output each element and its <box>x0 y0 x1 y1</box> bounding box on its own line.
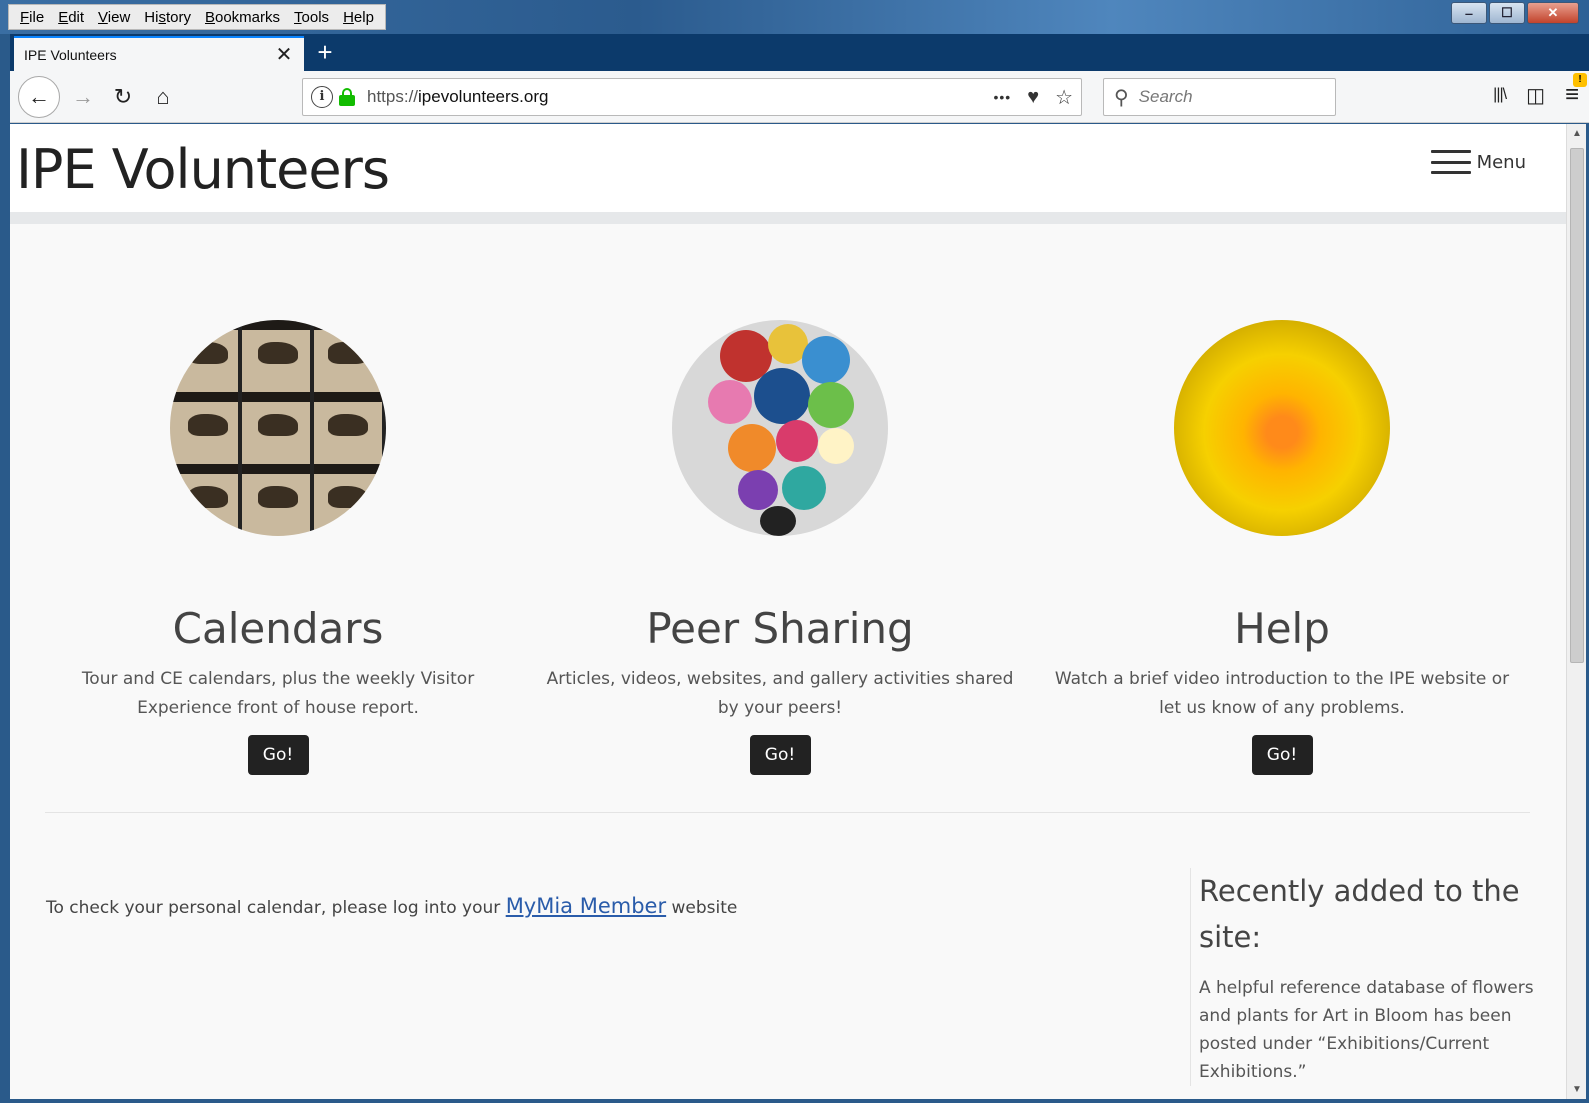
hamburger-menu-icon <box>1430 150 1471 174</box>
recently-added-title: Recently added to the site: <box>1199 874 1520 954</box>
menu-history[interactable]: History <box>137 9 198 26</box>
go-button-help[interactable]: Go! <box>1251 735 1313 775</box>
site-menu-toggle[interactable]: Menu <box>1430 150 1526 174</box>
card-help: Help Watch a brief video introduction to… <box>1032 320 1532 775</box>
search-icon: ⚲ <box>1114 86 1129 109</box>
menu-file[interactable]: File <box>13 9 51 26</box>
scroll-thumb[interactable] <box>1570 148 1584 663</box>
minimize-button[interactable]: ‒ <box>1451 2 1487 24</box>
url-page-actions: ••• ♥ ☆ <box>993 85 1073 110</box>
app-menu-button[interactable]: ≡ ! <box>1565 73 1587 109</box>
button-sculpture-image[interactable] <box>672 320 888 536</box>
card-title-calendars: Calendars <box>172 604 384 653</box>
page-viewport: IPE Volunteers Menu Calendars Tour and C… <box>10 124 1566 1099</box>
card-peer-sharing: Peer Sharing Articles, videos, websites,… <box>530 320 1030 775</box>
menu-edit[interactable]: Edit <box>51 9 91 26</box>
home-icon: ⌂ <box>156 84 170 109</box>
card-title-help: Help <box>1234 604 1330 653</box>
menu-tools[interactable]: Tools <box>287 9 336 26</box>
search-input[interactable]: Search <box>1139 87 1193 107</box>
mymia-member-link[interactable]: MyMia Member <box>506 894 666 918</box>
url-protocol: https:// <box>367 87 419 106</box>
page-actions-icon[interactable]: ••• <box>993 89 1011 105</box>
calendar-note-suffix: website <box>671 898 738 918</box>
close-window-button[interactable]: ✕ <box>1527 2 1579 24</box>
scroll-up-icon[interactable]: ▲ <box>1567 128 1587 139</box>
page-scrollbar[interactable]: ▲ ▼ <box>1566 124 1586 1099</box>
card-title-peer-sharing: Peer Sharing <box>646 604 914 653</box>
card-desc-help: Watch a brief video introduction to the … <box>1054 669 1510 718</box>
navigation-toolbar: ← → ↻ ⌂ i https://ipevolunteers.org ••• … <box>10 71 1589 123</box>
site-title[interactable]: IPE Volunteers <box>16 138 390 201</box>
search-bar[interactable]: ⚲ Search <box>1103 78 1336 116</box>
bookmark-star-icon[interactable]: ☆ <box>1055 85 1073 110</box>
library-icon[interactable]: |||\ <box>1493 86 1507 104</box>
site-header: IPE Volunteers Menu <box>10 124 1566 212</box>
menu-view[interactable]: View <box>91 9 137 26</box>
new-tab-button[interactable]: + <box>310 38 340 68</box>
yellow-glass-sculpture-image[interactable] <box>1174 320 1390 536</box>
url-bar[interactable]: i https://ipevolunteers.org ••• ♥ ☆ <box>302 78 1082 116</box>
home-button[interactable]: ⌂ <box>146 80 180 114</box>
go-button-peer-sharing[interactable]: Go! <box>749 735 811 775</box>
recently-added-panel: Recently added to the site: A helpful re… <box>1190 868 1540 1086</box>
window-controls: ‒ ☐ ✕ <box>1449 2 1579 24</box>
url-text[interactable]: https://ipevolunteers.org <box>367 87 993 107</box>
back-arrow-icon: ← <box>28 84 50 109</box>
card-desc-peer-sharing: Articles, videos, websites, and gallery … <box>546 669 1014 718</box>
section-divider <box>45 812 1530 813</box>
forward-button[interactable]: → <box>66 80 100 114</box>
go-button-calendars[interactable]: Go! <box>247 735 309 775</box>
update-badge-icon: ! <box>1573 73 1587 87</box>
menu-bar: File Edit View History Bookmarks Tools H… <box>8 4 386 30</box>
header-divider-band <box>10 212 1566 224</box>
tab-title: IPE Volunteers <box>24 46 117 63</box>
muybridge-horse-image[interactable] <box>170 320 386 536</box>
sidebar-icon[interactable]: ◫ <box>1526 83 1545 108</box>
url-host: ipevolunteers.org <box>418 87 549 106</box>
calendar-note-prefix: To check your personal calendar, please … <box>46 898 501 918</box>
tab-close-icon[interactable]: ✕ <box>274 42 294 67</box>
recently-added-text: A helpful reference database of flowers … <box>1199 978 1534 1082</box>
tab-ipe-volunteers[interactable]: IPE Volunteers ✕ <box>14 36 304 71</box>
maximize-button[interactable]: ☐ <box>1489 2 1525 24</box>
window-titlebar: File Edit View History Bookmarks Tools H… <box>0 0 1589 34</box>
back-button[interactable]: ← <box>18 76 60 118</box>
card-desc-calendars: Tour and CE calendars, plus the weekly V… <box>81 669 475 718</box>
menu-help[interactable]: Help <box>336 9 381 26</box>
site-info-icon[interactable]: i <box>311 86 333 108</box>
lock-icon[interactable] <box>339 88 355 106</box>
pocket-icon[interactable]: ♥ <box>1027 86 1039 109</box>
card-calendars: Calendars Tour and CE calendars, plus th… <box>28 320 528 775</box>
personal-calendar-note: To check your personal calendar, please … <box>46 894 737 918</box>
tab-strip: IPE Volunteers ✕ + <box>10 34 1589 71</box>
forward-arrow-icon: → <box>72 84 94 109</box>
toolbar-right: |||\ ◫ ≡ ! <box>1493 73 1587 109</box>
reload-icon: ↻ <box>113 84 133 109</box>
scroll-down-icon[interactable]: ▼ <box>1567 1084 1587 1095</box>
site-menu-label: Menu <box>1476 151 1526 173</box>
reload-button[interactable]: ↻ <box>106 80 140 114</box>
menu-bookmarks[interactable]: Bookmarks <box>198 9 287 26</box>
